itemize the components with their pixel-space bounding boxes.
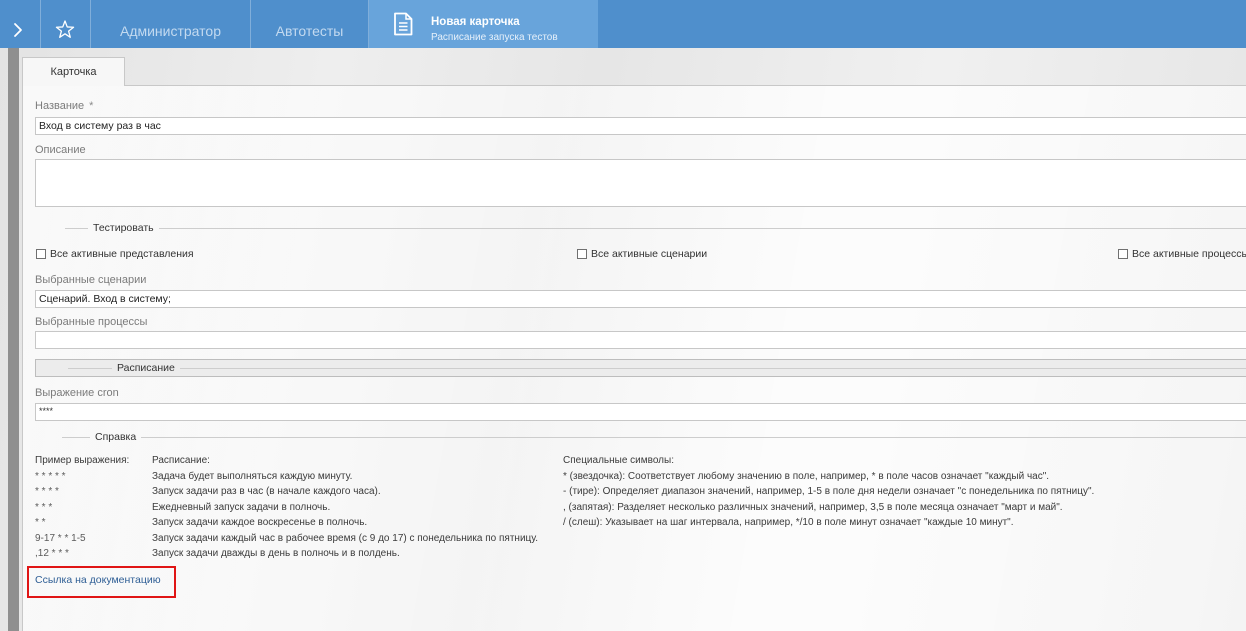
favorites-button[interactable] <box>41 0 90 48</box>
help-examples-column: Пример выражения: * * * * * * * * * * * … <box>35 453 129 562</box>
help-examples-header: Пример выражения: <box>35 455 130 466</box>
help-description: Ежедневный запуск задачи в полночь. <box>152 501 331 513</box>
help-expression: 9-17 * * 1-5 <box>35 532 86 544</box>
help-description: Запуск задачи раз в час (в начале каждог… <box>152 486 381 497</box>
selected-processes-input[interactable] <box>35 331 1246 349</box>
name-label: Название * <box>35 100 93 113</box>
tab-administrator[interactable]: Администратор <box>91 0 250 48</box>
left-panel-strip[interactable] <box>8 48 19 631</box>
help-description: Запуск задачи каждый час в рабочее время… <box>152 532 539 544</box>
active-tab-subtitle: Расписание запуска тестов <box>431 32 558 43</box>
help-schedule-column: Расписание: Задача будет выполняться каж… <box>152 453 538 562</box>
help-special-symbol: - (тире): Определяет диапазон значений, … <box>563 486 1095 497</box>
help-special-symbols-column: Специальные символы: * (звездочка): Соот… <box>563 453 1094 531</box>
help-special-symbol: * (звездочка): Соответствует любому знач… <box>563 470 1050 482</box>
highlight-box <box>27 566 176 598</box>
checkbox-all-processes[interactable] <box>1118 249 1128 259</box>
section-line <box>62 436 90 438</box>
active-tab-title: Новая карточка <box>431 16 520 28</box>
help-expression: * * * * <box>35 486 59 497</box>
help-expression: * * * * * <box>35 470 66 482</box>
section-header-help: Справка <box>62 430 1246 444</box>
chevron-right-icon <box>14 23 22 37</box>
checkbox-all-scenarios-label[interactable]: Все активные сценарии <box>591 247 707 261</box>
description-textarea[interactable] <box>35 159 1246 207</box>
checkbox-all-views[interactable] <box>36 249 46 259</box>
help-description: Задача будет выполняться каждую минуту. <box>152 470 353 482</box>
tab-new-card[interactable]: Новая карточка Расписание запуска тестов <box>369 0 598 48</box>
section-title: Расписание <box>117 362 175 374</box>
help-special-symbol: , (запятая): Разделяет несколько различн… <box>563 501 1063 513</box>
nav-toggle-button[interactable] <box>0 0 40 48</box>
cron-label: Выражение cron <box>35 387 119 399</box>
help-description: Запуск задачи дважды в день в полночь и … <box>152 548 400 559</box>
section-line <box>68 367 112 369</box>
section-line <box>65 227 88 229</box>
help-schedule-header: Расписание: <box>152 455 210 466</box>
help-description: Запуск задачи каждое воскресенье в полно… <box>152 517 368 528</box>
section-line <box>158 227 1246 229</box>
required-mark: * <box>89 100 94 112</box>
checkbox-all-scenarios[interactable] <box>577 249 587 259</box>
cron-input[interactable]: **** <box>35 403 1246 421</box>
selected-scenarios-input[interactable]: Сценарий. Вход в систему; <box>35 290 1246 308</box>
section-title: Справка <box>95 431 137 443</box>
tab-label: Автотесты <box>275 23 344 39</box>
help-expression: * * * <box>35 501 53 513</box>
section-line <box>141 436 1246 438</box>
section-title: Тестировать <box>93 222 154 234</box>
document-icon <box>394 12 413 36</box>
help-expression: ,12 * * * <box>35 548 69 559</box>
checkbox-all-processes-label[interactable]: Все активные процессы <box>1132 247 1246 261</box>
help-expression: * * <box>35 517 46 528</box>
help-special-symbol: / (слеш): Указывает на шаг интервала, на… <box>563 517 1014 528</box>
section-header-schedule: Расписание <box>68 361 1246 375</box>
name-label-text: Название <box>35 100 85 112</box>
selected-scenarios-label: Выбранные сценарии <box>35 274 147 286</box>
description-label: Описание <box>35 144 86 156</box>
star-icon <box>55 20 75 38</box>
help-special-header: Специальные символы: <box>563 455 674 466</box>
name-input[interactable]: Вход в систему раз в час <box>35 117 1246 135</box>
selected-processes-label: Выбранные процессы <box>35 316 148 328</box>
tab-label: Администратор <box>119 23 221 39</box>
section-line <box>179 367 1246 369</box>
checkbox-all-views-label[interactable]: Все активные представления <box>50 247 194 261</box>
tab-card[interactable]: Карточка <box>22 57 125 86</box>
checkbox-all-processes-clip: Все активные процессы <box>1132 247 1246 261</box>
tab-autotests[interactable]: Автотесты <box>251 0 368 48</box>
section-header-testing: Тестировать <box>65 221 1246 235</box>
top-bar: Администратор Автотесты Новая карточка Р… <box>0 0 1246 48</box>
